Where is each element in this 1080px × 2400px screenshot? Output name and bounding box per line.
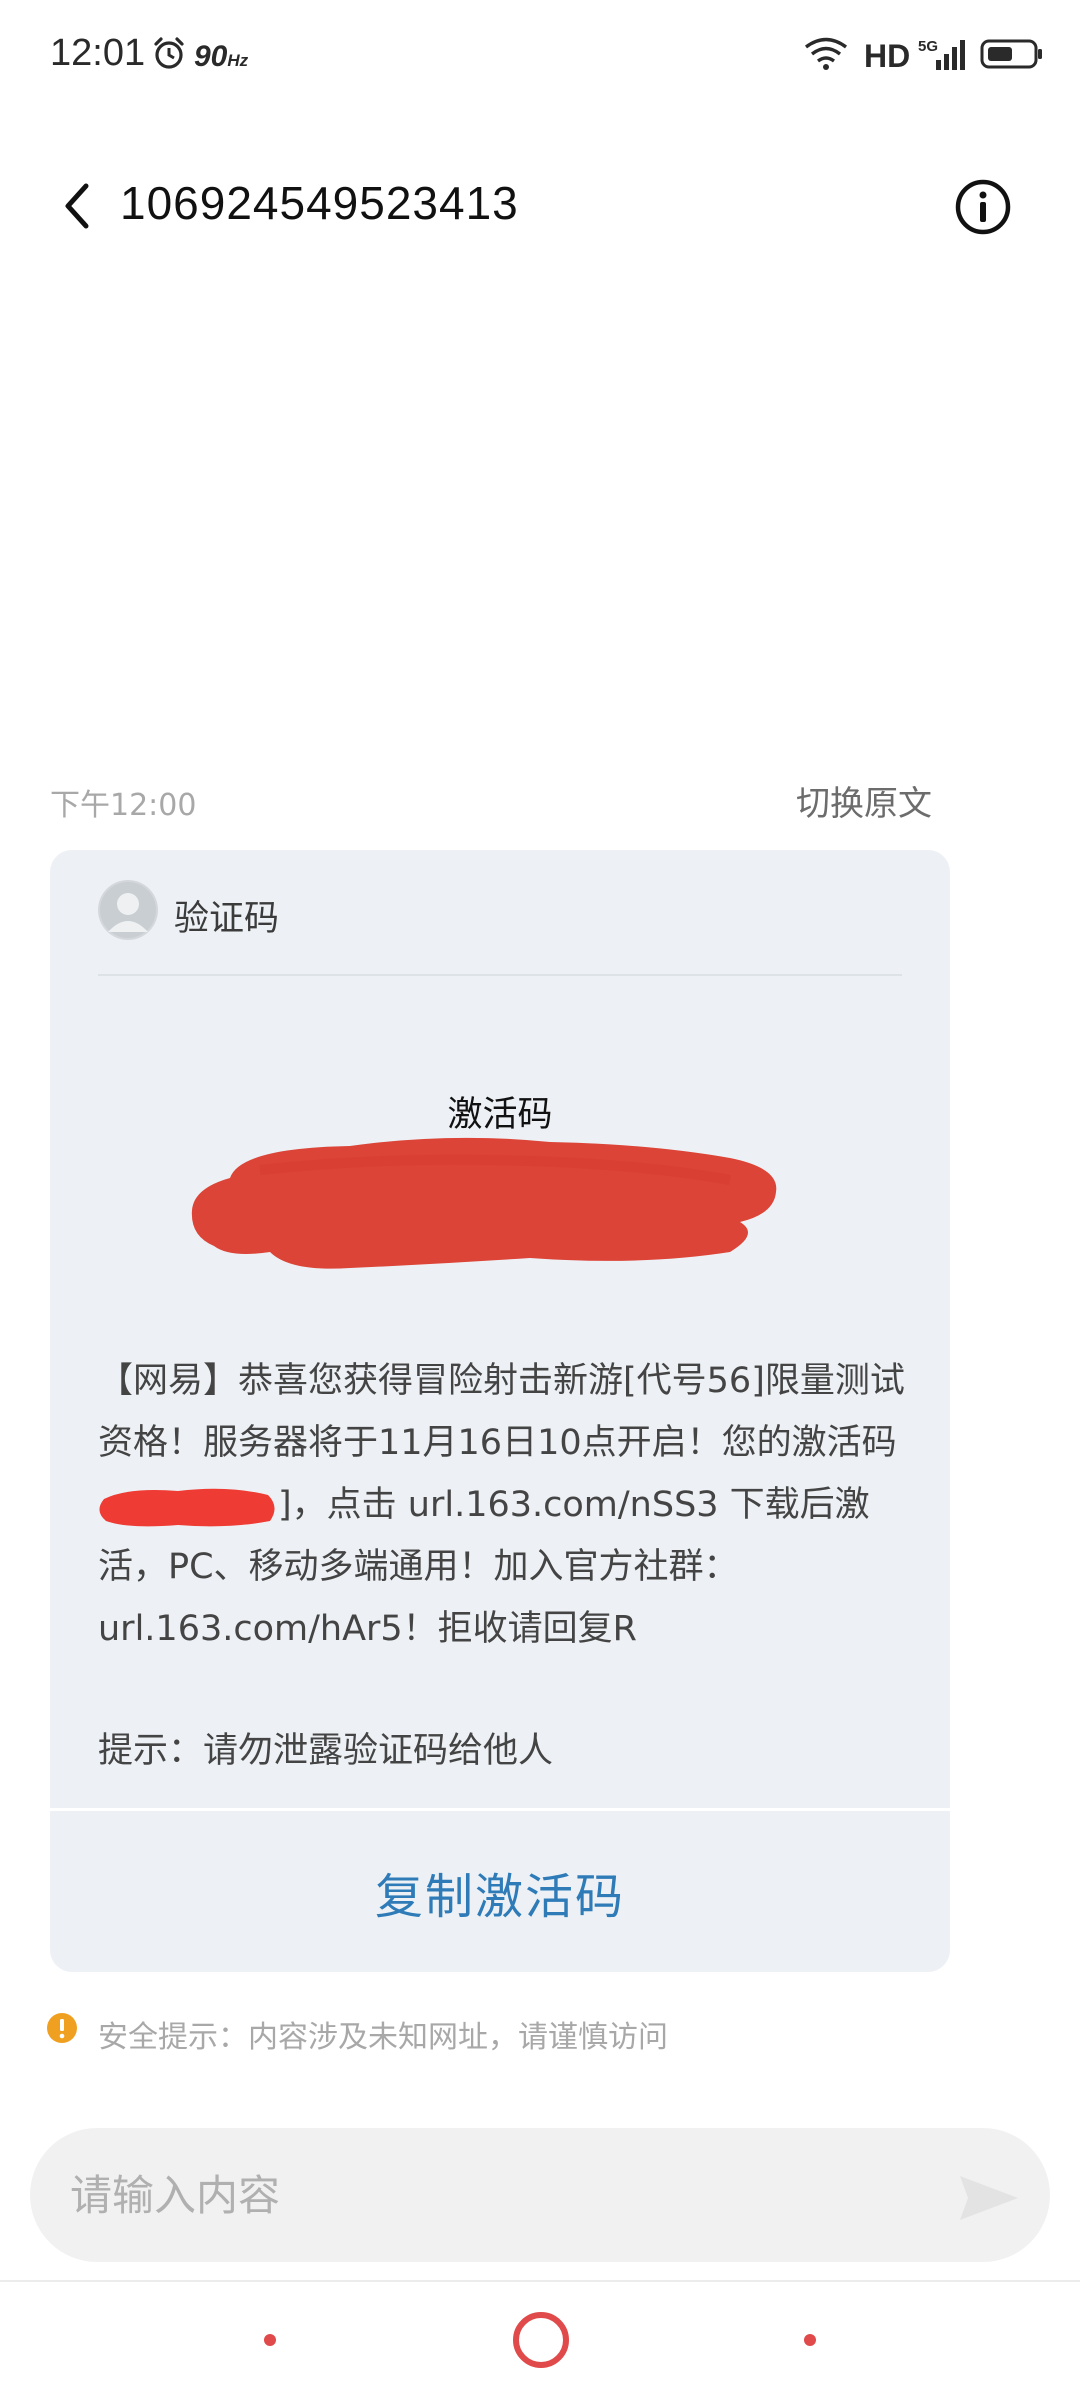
back-icon[interactable] bbox=[56, 180, 100, 232]
send-icon[interactable] bbox=[956, 2172, 1022, 2224]
battery-icon bbox=[980, 39, 1042, 69]
security-hint-text: 提示：请勿泄露验证码给他人 bbox=[98, 1731, 554, 1771]
redaction-mark bbox=[98, 1481, 278, 1531]
copy-activation-code-button[interactable]: 复制激活码 bbox=[50, 1812, 950, 1972]
nav-back-button[interactable] bbox=[264, 2334, 276, 2346]
signal-icon bbox=[936, 40, 965, 70]
contact-number-title: 106924549523413 bbox=[120, 177, 519, 229]
info-icon[interactable] bbox=[954, 178, 1012, 236]
divider bbox=[0, 2280, 1080, 2282]
card-header: 验证码 bbox=[98, 880, 908, 940]
avatar bbox=[98, 880, 158, 940]
nav-home-button[interactable] bbox=[513, 2312, 569, 2368]
status-bar: 12:01 90Hz HD 5G bbox=[0, 0, 1080, 112]
switch-original-button[interactable]: 切换原文 bbox=[796, 776, 932, 825]
refresh-rate-indicator: 90Hz bbox=[194, 40, 249, 73]
alarm-icon bbox=[154, 37, 184, 69]
message-input[interactable] bbox=[70, 2128, 930, 2262]
message-timestamp: 下午12:00 bbox=[50, 788, 197, 823]
divider bbox=[50, 1808, 950, 1811]
wifi-icon bbox=[804, 37, 848, 70]
verification-code-card: 验证码 激活码 【网易】恭喜您获得冒险射击新游[代号56]限量测试资格！服务器将… bbox=[50, 850, 950, 1972]
warning-icon bbox=[47, 2013, 77, 2043]
status-time: 12:01 bbox=[50, 32, 146, 74]
divider bbox=[98, 974, 902, 976]
safety-notice: 安全提示：内容涉及未知网址，请谨慎访问 bbox=[98, 2020, 668, 2055]
message-input-bar bbox=[30, 2128, 1050, 2262]
redaction-mark bbox=[191, 1137, 777, 1269]
person-icon bbox=[100, 882, 156, 938]
message-body: 【网易】恭喜您获得冒险射击新游[代号56]限量测试资格！服务器将于11月16日1… bbox=[98, 1350, 910, 1660]
hd-voice-indicator: HD bbox=[864, 38, 911, 74]
card-sender-label: 验证码 bbox=[174, 899, 280, 939]
nav-recents-button[interactable] bbox=[804, 2334, 816, 2346]
message-body-part: 【网易】恭喜您获得冒险射击新游[代号56]限量测试资格！服务器将于11月16日1… bbox=[98, 1361, 905, 1463]
sms-conversation-screen: 12:01 90Hz HD 5G 106924549523413 下午12:00… bbox=[0, 0, 1080, 2400]
